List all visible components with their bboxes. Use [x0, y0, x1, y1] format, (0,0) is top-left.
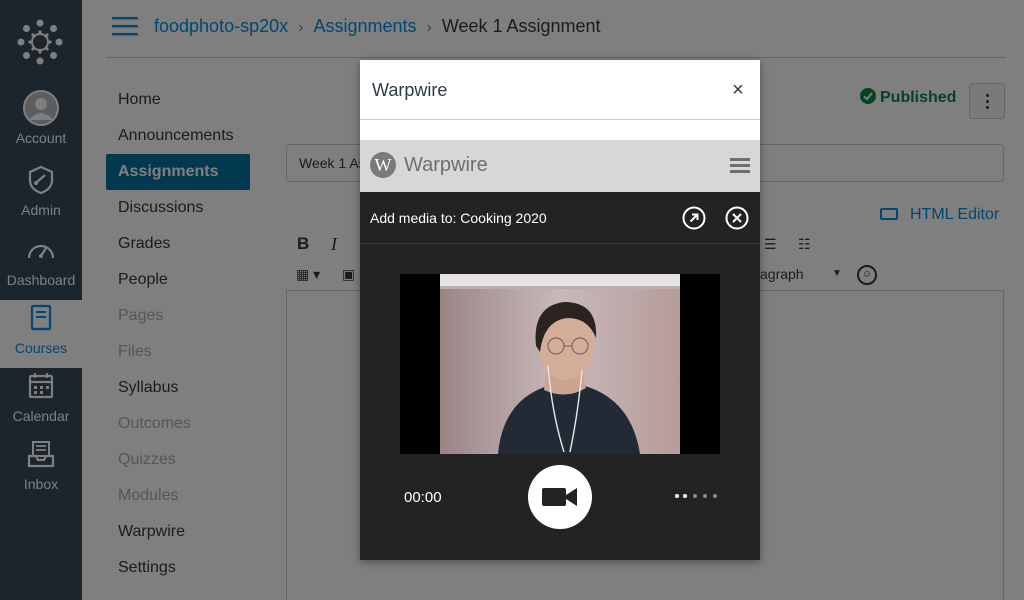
recorder-toolbar: Add media to: Cooking 2020: [360, 192, 760, 244]
webcam-frame: [440, 274, 680, 454]
recording-timer: 00:00: [404, 489, 442, 506]
warpwire-header: W Warpwire: [360, 140, 760, 192]
open-external-icon[interactable]: [682, 206, 706, 230]
warpwire-dialog: Warpwire × W Warpwire Add media to: Cook…: [360, 60, 760, 560]
webcam-image: [440, 274, 680, 454]
warpwire-brand: Warpwire: [404, 154, 488, 176]
dialog-header: Warpwire ×: [360, 60, 760, 120]
dialog-title: Warpwire: [372, 80, 448, 100]
webcam-preview: [400, 274, 720, 454]
close-circle-icon[interactable]: [725, 206, 749, 230]
close-icon[interactable]: ×: [728, 80, 748, 100]
record-button[interactable]: [528, 465, 592, 529]
hamburger-menu-icon[interactable]: [730, 158, 750, 174]
warpwire-recorder: Add media to: Cooking 2020 00:00: [360, 192, 760, 560]
carousel-dots[interactable]: [675, 494, 719, 500]
warpwire-logo-icon: W: [370, 152, 396, 178]
add-media-label: Add media to: Cooking 2020: [370, 210, 547, 226]
video-camera-icon: [542, 488, 577, 506]
